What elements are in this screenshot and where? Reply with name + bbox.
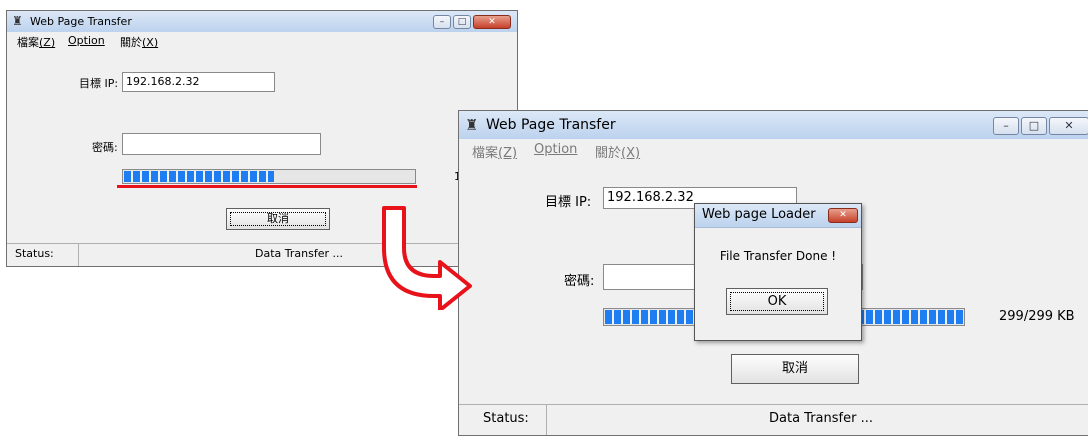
menu-option[interactable]: Option bbox=[68, 34, 105, 47]
status-label: Status: bbox=[7, 244, 79, 266]
dialog-message: File Transfer Done ! bbox=[719, 249, 837, 263]
window-title: Web Page Transfer bbox=[30, 15, 132, 28]
dialog-title: Web page Loader bbox=[702, 207, 816, 222]
target-ip-label: 目標 IP: bbox=[545, 195, 592, 210]
close-button[interactable]: ✕ bbox=[473, 15, 511, 29]
minimize-button[interactable]: – bbox=[433, 15, 451, 29]
close-button[interactable]: ✕ bbox=[828, 208, 858, 223]
menu-option[interactable]: Option bbox=[534, 142, 577, 157]
minimize-button[interactable]: – bbox=[993, 117, 1019, 135]
cancel-button[interactable]: 取消 bbox=[226, 208, 330, 230]
window-title: Web Page Transfer bbox=[486, 117, 616, 133]
password-label: 密碼: bbox=[564, 274, 595, 289]
menu-file[interactable]: 檔案(Z) bbox=[17, 34, 55, 50]
status-text: Data Transfer ... bbox=[769, 411, 873, 426]
cancel-button[interactable]: 取消 bbox=[731, 354, 859, 384]
curved-arrow-right-icon bbox=[382, 206, 472, 310]
menubar: 檔案(Z) Option 關於(X) bbox=[7, 32, 517, 50]
menu-about[interactable]: 關於(X) bbox=[120, 34, 158, 50]
progress-bar bbox=[122, 169, 416, 184]
progress-highlight-underline bbox=[117, 185, 417, 188]
dialog-titlebar[interactable]: Web page Loader ✕ bbox=[695, 204, 861, 228]
status-label: Status: bbox=[459, 405, 547, 435]
statusbar: Status: Data Transfer ... bbox=[459, 404, 1088, 435]
progress-fill bbox=[124, 171, 274, 182]
maximize-button[interactable]: □ bbox=[453, 15, 471, 29]
menubar: 檔案(Z) Option 關於(X) bbox=[459, 139, 1088, 161]
close-button[interactable]: ✕ bbox=[1049, 117, 1088, 135]
target-ip-input[interactable]: 192.168.2.32 bbox=[122, 72, 275, 92]
tower-icon: ♜ bbox=[12, 14, 23, 28]
password-label: 密碼: bbox=[92, 141, 118, 154]
titlebar[interactable]: ♜ Web Page Transfer – □ ✕ bbox=[459, 111, 1088, 140]
progress-text: 299/299 KB bbox=[999, 309, 1075, 324]
ok-button[interactable]: OK bbox=[726, 288, 828, 315]
target-ip-label: 目標 IP: bbox=[79, 77, 119, 90]
menu-about[interactable]: 關於(X) bbox=[595, 142, 640, 161]
maximize-button[interactable]: □ bbox=[1021, 117, 1047, 135]
menu-file[interactable]: 檔案(Z) bbox=[472, 142, 517, 161]
password-input[interactable] bbox=[122, 133, 321, 155]
tower-icon: ♜ bbox=[465, 116, 479, 134]
titlebar[interactable]: ♜ Web Page Transfer – □ ✕ bbox=[7, 11, 517, 33]
transfer-done-dialog: Web page Loader ✕ File Transfer Done ! O… bbox=[694, 203, 862, 341]
